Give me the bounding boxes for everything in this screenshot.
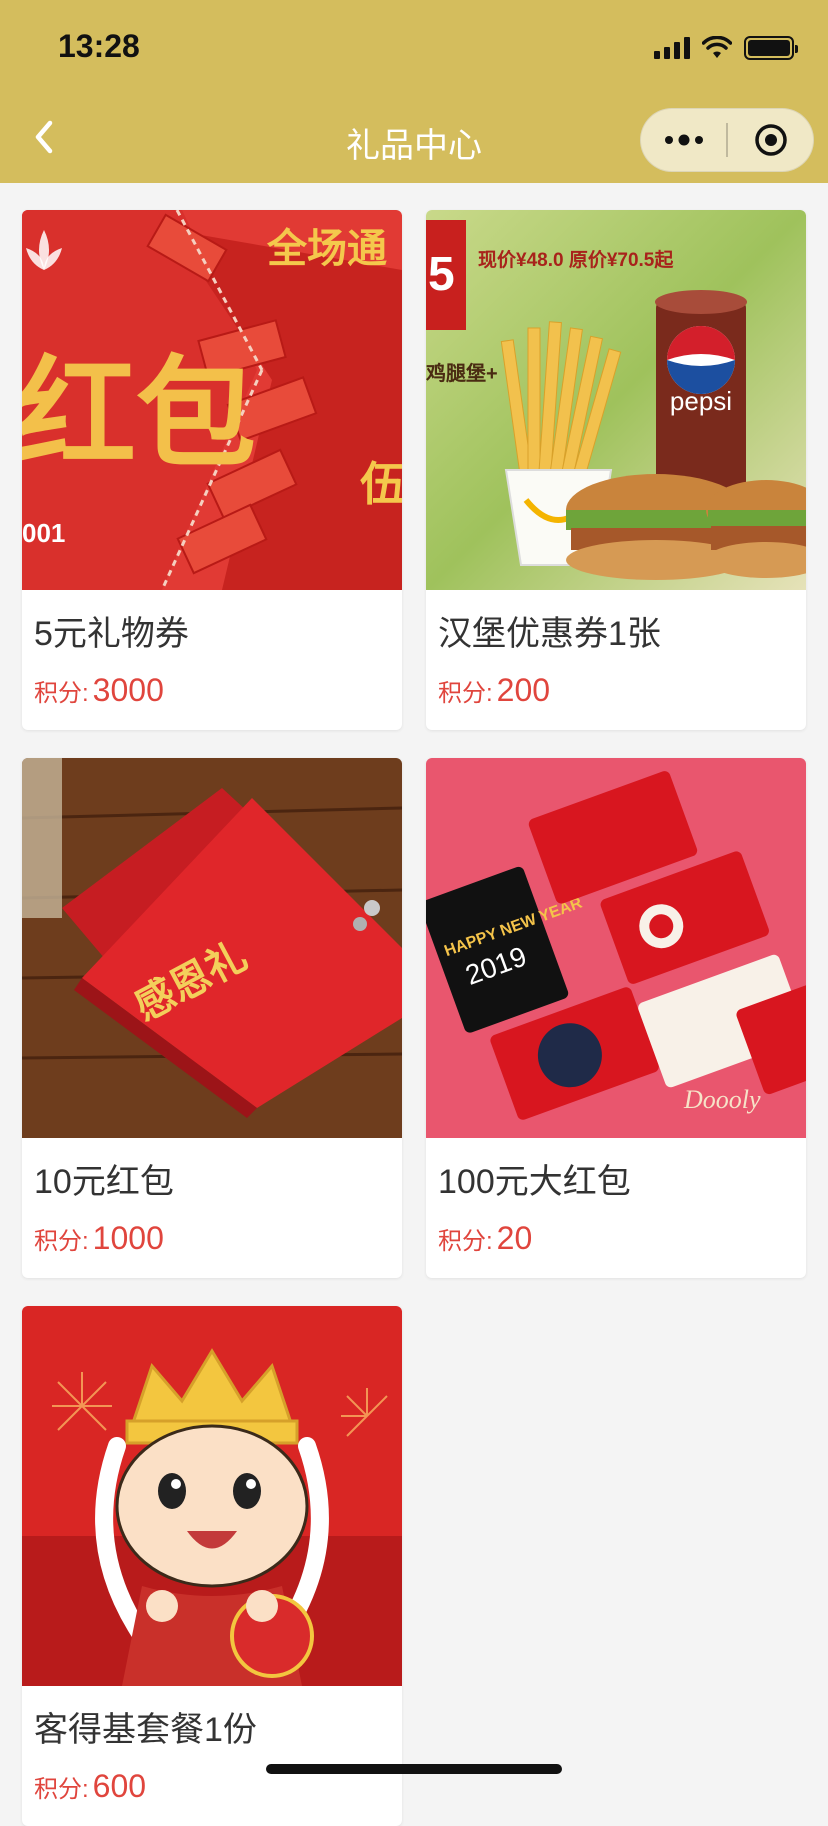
wifi-icon [702, 36, 732, 58]
gift-name: 客得基套餐1份 [34, 1711, 257, 1749]
signal-icon [654, 37, 690, 59]
gift-image: HAPPY NEW YEAR 2019 Doooly [426, 758, 806, 1138]
gift-name: 10元红包 [34, 1163, 174, 1201]
more-dots-icon [664, 134, 703, 146]
gift-points: 积分: 3000 [34, 672, 164, 709]
points-value: 1000 [92, 1220, 164, 1256]
gift-image: 红包 全场通 001 伍 [22, 210, 402, 590]
points-label: 积分: [34, 1776, 89, 1803]
gift-name: 5元礼物券 [34, 615, 189, 653]
gift-name: 汉堡优惠券1张 [438, 615, 661, 653]
gift-points: 积分: 20 [438, 1220, 532, 1257]
gift-image: 感恩礼 [22, 758, 402, 1138]
points-value: 20 [496, 1220, 533, 1256]
points-value: 200 [496, 672, 551, 708]
mini-program-capsule [640, 108, 814, 172]
gift-points: 积分: 1000 [34, 1220, 164, 1257]
points-label: 积分: [438, 680, 493, 707]
gift-image [22, 1306, 402, 1686]
gift-name: 100元大红包 [438, 1163, 631, 1201]
gift-card[interactable]: 红包 全场通 001 伍 5元礼物券 积分: 3000 [22, 210, 402, 730]
burger-illustration [566, 474, 806, 580]
status-icons [654, 36, 798, 60]
status-time: 13:28 [58, 28, 140, 64]
points-value: 3000 [92, 672, 164, 708]
more-button[interactable] [641, 109, 726, 171]
gift-card[interactable]: 客得基套餐1份 积分: 600 [22, 1306, 402, 1826]
close-mini-program-button[interactable] [728, 109, 813, 171]
points-label: 积分: [34, 1228, 89, 1255]
target-close-icon [754, 124, 787, 156]
points-label: 积分: [438, 1228, 493, 1255]
gift-card[interactable]: 感恩礼 10元红包 积分: 1000 [22, 758, 402, 1278]
gift-image-side-text: 伍 [360, 459, 402, 510]
points-label: 积分: [34, 680, 89, 707]
gift-points: 积分: 200 [438, 672, 550, 709]
home-indicator[interactable] [266, 1764, 562, 1774]
gift-image: 5 现价¥48.0 原价¥70.5起 鸡腿堡+ pepsi [426, 210, 806, 590]
gift-image-big-text: 红包 [22, 348, 256, 481]
points-value: 600 [92, 1768, 147, 1804]
battery-icon [744, 36, 798, 60]
gift-card[interactable]: 5 现价¥48.0 原价¥70.5起 鸡腿堡+ pepsi 汉堡优惠券1张 积分… [426, 210, 806, 730]
gift-image-side-text: 鸡腿堡+ [426, 361, 498, 385]
gift-image-badge: 5 [428, 248, 455, 301]
gift-card[interactable]: HAPPY NEW YEAR 2019 Doooly 100元大红包 积分: 20 [426, 758, 806, 1278]
gift-image-tagline: 全场通 [266, 226, 387, 271]
gift-image-price-text: 现价¥48.0 原价¥70.5起 [478, 249, 674, 271]
gift-points: 积分: 600 [34, 1768, 146, 1805]
gift-image-brand: Doooly [683, 1085, 761, 1114]
gift-image-brand: pepsi [670, 386, 732, 416]
gift-image-code: 001 [22, 518, 65, 548]
top-bar: 13:28 礼品中心 [0, 0, 828, 183]
